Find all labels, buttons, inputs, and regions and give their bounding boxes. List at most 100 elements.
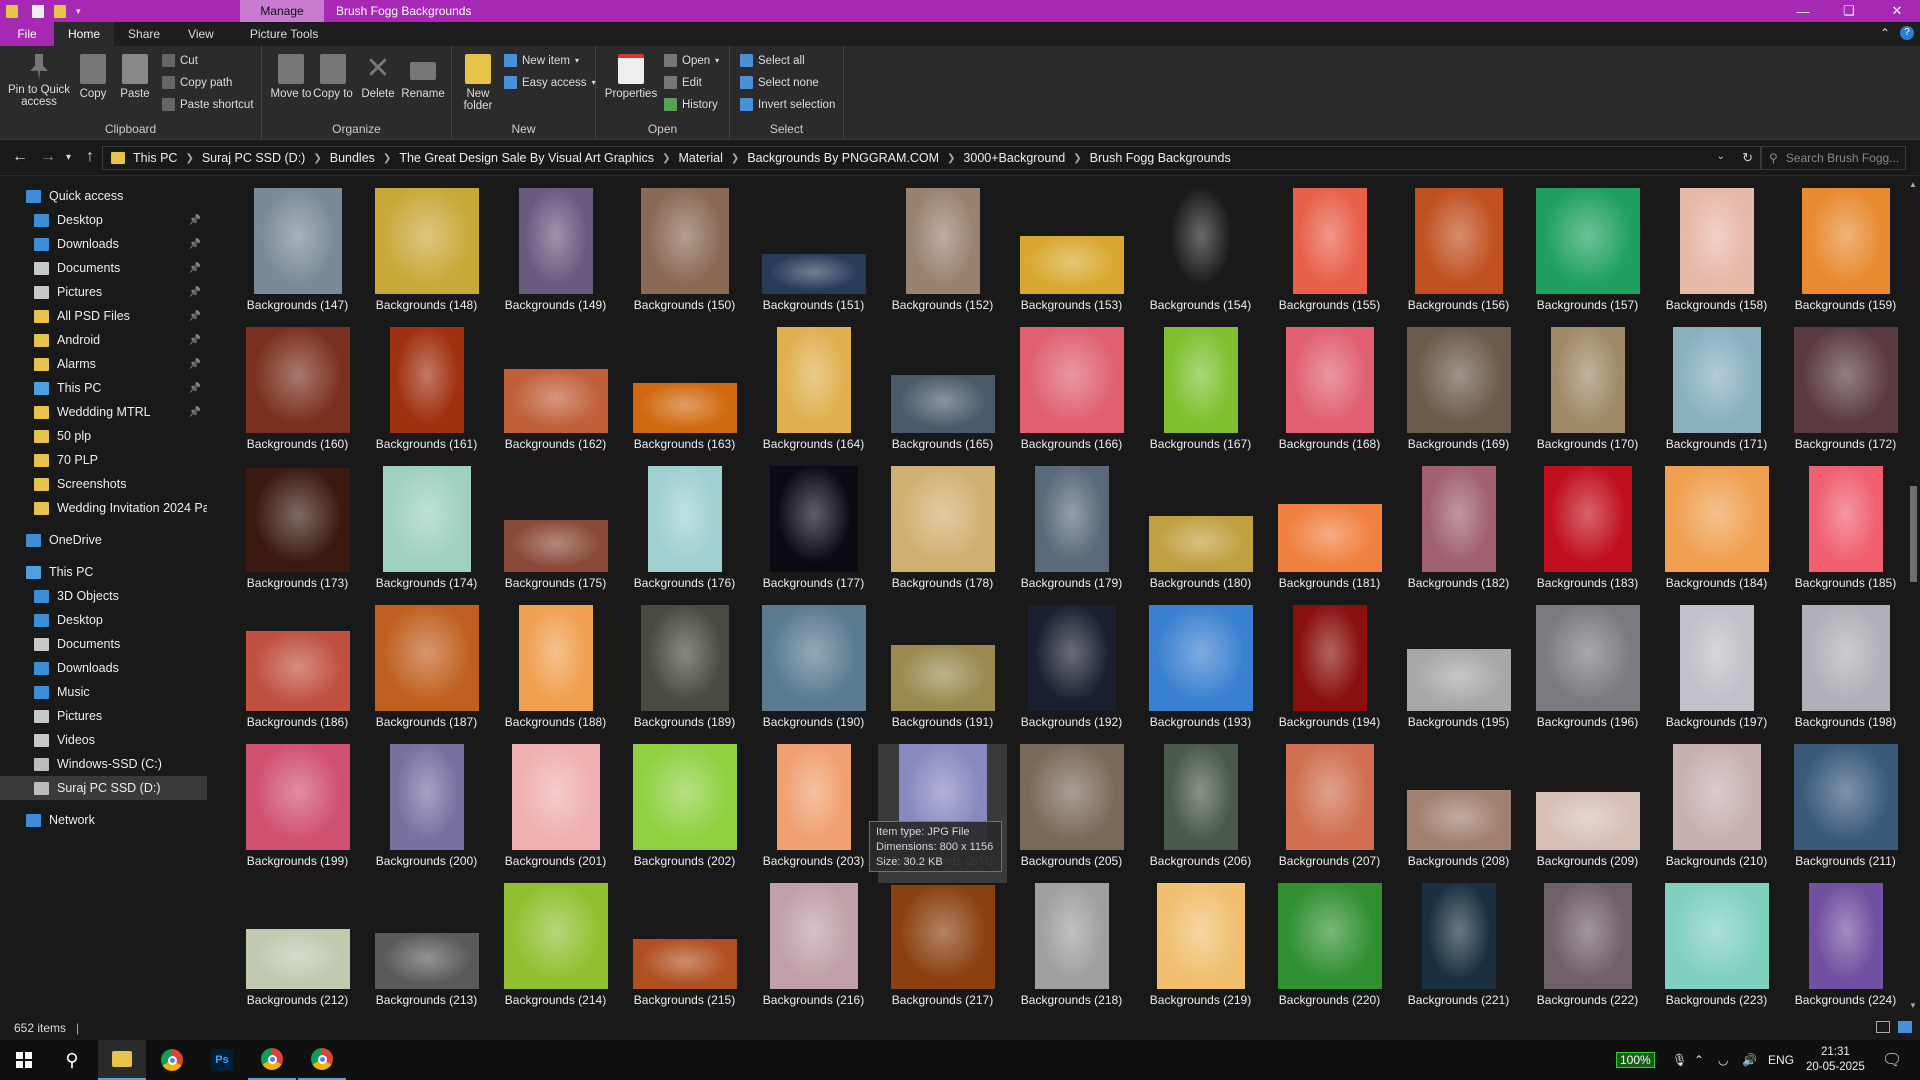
file-item[interactable]: Backgrounds (214) — [491, 883, 620, 1010]
file-item[interactable]: Backgrounds (174) — [362, 466, 491, 605]
file-item[interactable]: Backgrounds (195) — [1394, 605, 1523, 744]
nav-item-70-plp[interactable]: 70 PLP — [0, 448, 207, 472]
file-item[interactable]: Backgrounds (158) — [1652, 188, 1781, 327]
wifi-icon[interactable]: ◡ — [1718, 1040, 1728, 1080]
address-bar[interactable]: This PC ❯ Suraj PC SSD (D:) ❯ Bundles ❯ The… — [102, 146, 1762, 170]
nav-item-desktop[interactable]: Desktop 📌 — [0, 208, 207, 232]
file-item[interactable]: Backgrounds (167) — [1136, 327, 1265, 466]
easy-access-button[interactable]: Easy access ▾ — [504, 76, 596, 89]
recent-locations-button[interactable]: ▾ — [66, 152, 71, 163]
file-item[interactable]: Backgrounds (151) — [749, 188, 878, 327]
file-item[interactable]: Backgrounds (205) — [1007, 744, 1136, 883]
file-item[interactable]: Backgrounds (199) — [233, 744, 362, 883]
file-item[interactable]: Backgrounds (179) — [1007, 466, 1136, 605]
chevron-down-icon[interactable]: ⌄ — [1717, 151, 1725, 162]
file-item[interactable]: Backgrounds (181) — [1265, 466, 1394, 605]
file-item[interactable]: Backgrounds (218) — [1007, 883, 1136, 1010]
breadcrumb-this-pc[interactable]: This PC — [133, 151, 177, 165]
file-item[interactable]: Backgrounds (197) — [1652, 605, 1781, 744]
clock[interactable]: 21:31 20-05-2025 — [1806, 1040, 1865, 1080]
chrome-taskbar-button-2[interactable] — [248, 1040, 296, 1080]
file-item[interactable]: Backgrounds (159) — [1781, 188, 1907, 327]
file-item[interactable]: Backgrounds (148) — [362, 188, 491, 327]
file-item[interactable]: Backgrounds (200) — [362, 744, 491, 883]
file-item[interactable]: Backgrounds (207) — [1265, 744, 1394, 883]
nav-item-pc-desktop[interactable]: Desktop — [0, 608, 207, 632]
notification-icon[interactable]: 🗨 — [1882, 1040, 1902, 1080]
file-item[interactable]: Backgrounds (215) — [620, 883, 749, 1010]
file-item[interactable]: Backgrounds (156) — [1394, 188, 1523, 327]
tab-share[interactable]: Share — [114, 22, 174, 46]
nav-item-alarms[interactable]: Alarms 📌 — [0, 352, 207, 376]
nav-item-weddding-mtrl[interactable]: Weddding MTRL 📌 — [0, 400, 207, 424]
file-item[interactable]: Backgrounds (202) — [620, 744, 749, 883]
tab-picture-tools[interactable]: Picture Tools — [236, 22, 332, 46]
breadcrumb-bundles[interactable]: Bundles — [330, 151, 375, 165]
rename-button[interactable]: Rename — [400, 54, 446, 100]
nav-item-downloads[interactable]: Downloads 📌 — [0, 232, 207, 256]
file-item[interactable]: Backgrounds (185) — [1781, 466, 1907, 605]
refresh-icon[interactable]: ↻ — [1742, 150, 1753, 166]
back-button[interactable]: ← — [12, 148, 28, 166]
tab-manage[interactable]: Manage — [240, 0, 324, 22]
nav-item-pictures[interactable]: Pictures 📌 — [0, 280, 207, 304]
file-item[interactable]: Backgrounds (155) — [1265, 188, 1394, 327]
file-item[interactable]: Backgrounds (178) — [878, 466, 1007, 605]
file-item[interactable]: Backgrounds (173) — [233, 466, 362, 605]
tab-file[interactable]: File — [0, 22, 54, 46]
file-item[interactable]: Backgrounds (182) — [1394, 466, 1523, 605]
nav-item-android[interactable]: Android 📌 — [0, 328, 207, 352]
file-item[interactable]: Backgrounds (152) — [878, 188, 1007, 327]
cut-button[interactable]: Cut — [162, 54, 198, 67]
file-item[interactable]: Backgrounds (189) — [620, 605, 749, 744]
file-item[interactable]: Backgrounds (166) — [1007, 327, 1136, 466]
tab-home[interactable]: Home — [54, 22, 115, 46]
select-none-button[interactable]: Select none — [740, 76, 819, 89]
file-item[interactable]: Backgrounds (163) — [620, 327, 749, 466]
file-item[interactable]: Backgrounds (208) — [1394, 744, 1523, 883]
forward-button[interactable]: → — [40, 148, 56, 166]
file-item[interactable]: Backgrounds (168) — [1265, 327, 1394, 466]
invert-selection-button[interactable]: Invert selection — [740, 98, 835, 111]
volume-icon[interactable]: 🔊 — [1742, 1040, 1757, 1080]
scrollbar-thumb[interactable] — [1910, 486, 1917, 582]
search-button[interactable]: ⚲ — [48, 1040, 96, 1080]
chevron-down-icon[interactable]: ▾ — [76, 6, 81, 17]
file-item[interactable]: Backgrounds (171) — [1652, 327, 1781, 466]
collapse-ribbon-icon[interactable]: ⌃ — [1880, 26, 1890, 40]
breadcrumb-design-sale[interactable]: The Great Design Sale By Visual Art Grap… — [399, 151, 654, 165]
breadcrumb-current[interactable]: Brush Fogg Backgrounds — [1090, 151, 1231, 165]
nav-item-pc-videos[interactable]: Videos — [0, 728, 207, 752]
battery-indicator[interactable]: 100% — [1616, 1040, 1655, 1080]
breadcrumb-material[interactable]: Material — [678, 151, 722, 165]
maximize-button[interactable]: ❏ — [1826, 0, 1872, 22]
microphone-icon[interactable]: 🎙 — [1672, 1040, 1687, 1080]
pin-quick-access-button[interactable]: Pin to Quick access — [4, 54, 74, 108]
select-all-button[interactable]: Select all — [740, 54, 805, 67]
file-item[interactable]: Backgrounds (224) — [1781, 883, 1907, 1010]
file-item[interactable]: Backgrounds (153) — [1007, 188, 1136, 327]
help-icon[interactable]: ? — [1900, 26, 1914, 40]
file-item[interactable]: Backgrounds (149) — [491, 188, 620, 327]
chrome-taskbar-button-3[interactable] — [298, 1040, 346, 1080]
file-item[interactable]: Backgrounds (201) — [491, 744, 620, 883]
nav-quick-access[interactable]: Quick access — [0, 184, 207, 208]
search-input[interactable]: ⚲ Search Brush Fogg... — [1760, 146, 1906, 170]
file-item[interactable]: Backgrounds (172) — [1781, 327, 1907, 466]
file-item[interactable]: Backgrounds (223) — [1652, 883, 1781, 1010]
file-item[interactable]: Backgrounds (157) — [1523, 188, 1652, 327]
nav-item-pc-windows-ssd-c-[interactable]: Windows-SSD (C:) — [0, 752, 207, 776]
language-indicator[interactable]: ENG — [1768, 1040, 1794, 1080]
nav-item-screenshots[interactable]: Screenshots — [0, 472, 207, 496]
file-item[interactable]: Backgrounds (160) — [233, 327, 362, 466]
file-item[interactable]: Backgrounds (190) — [749, 605, 878, 744]
file-item[interactable]: Backgrounds (183) — [1523, 466, 1652, 605]
move-to-button[interactable]: Move to — [270, 54, 312, 100]
tab-view[interactable]: View — [174, 22, 228, 46]
file-item[interactable]: Backgrounds (196) — [1523, 605, 1652, 744]
new-item-button[interactable]: New item ▾ — [504, 54, 579, 67]
file-item[interactable]: Backgrounds (165) — [878, 327, 1007, 466]
breadcrumb-3000-background[interactable]: 3000+Background — [963, 151, 1065, 165]
edit-button[interactable]: Edit — [664, 76, 702, 89]
file-item[interactable]: Backgrounds (203) — [749, 744, 878, 883]
